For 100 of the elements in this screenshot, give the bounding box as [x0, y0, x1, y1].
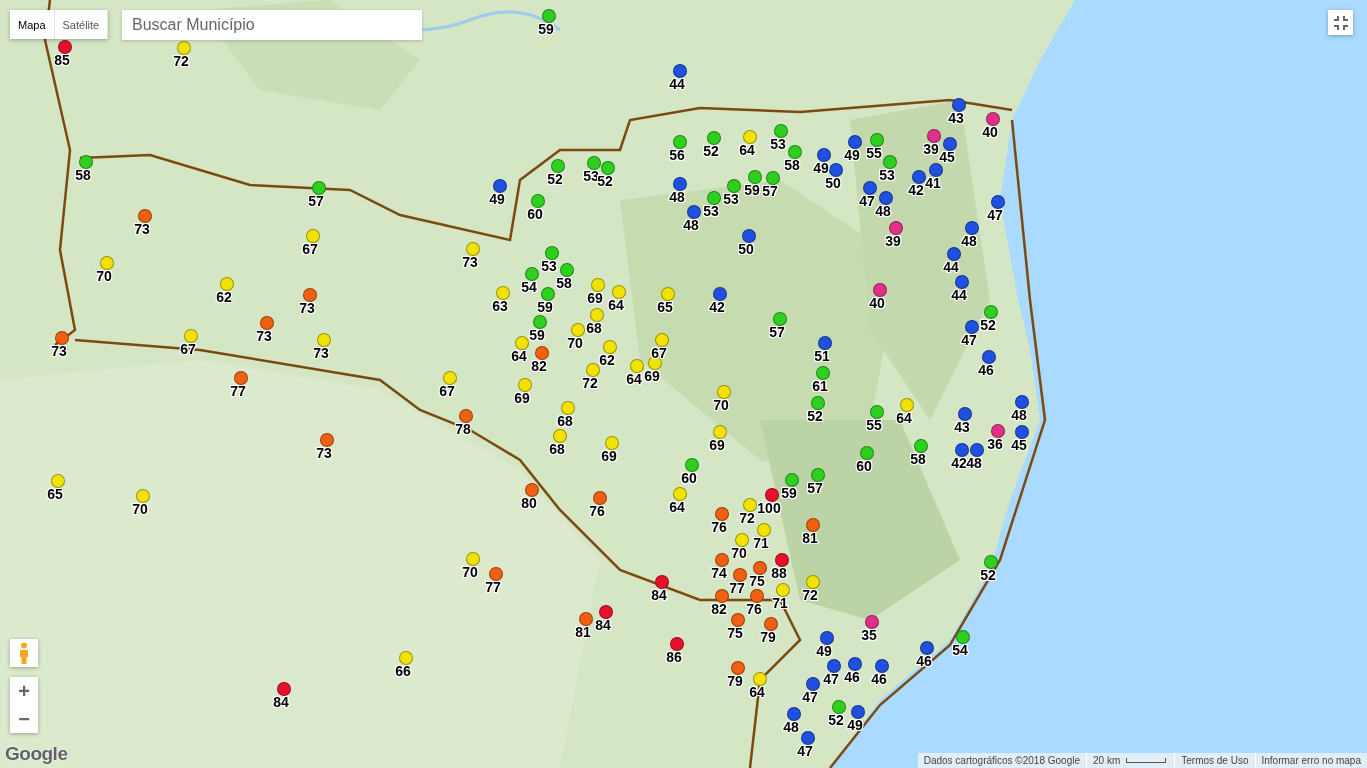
marker-value: 58 — [556, 276, 572, 291]
marker-value: 63 — [492, 299, 508, 314]
marker-value: 64 — [608, 298, 624, 313]
scale-bar-icon — [1126, 758, 1167, 763]
marker-value: 69 — [587, 291, 603, 306]
marker-value: 42 — [908, 183, 924, 198]
marker-value: 74 — [711, 566, 727, 581]
marker-value: 82 — [531, 359, 547, 374]
marker-value: 47 — [987, 208, 1003, 223]
marker-value: 54 — [521, 280, 537, 295]
marker-value: 39 — [923, 142, 939, 157]
marker-value: 59 — [538, 22, 554, 37]
marker-value: 49 — [847, 718, 863, 733]
marker-value: 44 — [943, 260, 959, 275]
fullscreen-button[interactable] — [1328, 10, 1353, 35]
marker-value: 72 — [739, 511, 755, 526]
marker-value: 58 — [75, 168, 91, 183]
marker-value: 70 — [96, 269, 112, 284]
marker-value: 56 — [669, 148, 685, 163]
marker-value: 76 — [589, 504, 605, 519]
marker-value: 72 — [173, 54, 189, 69]
marker-value: 76 — [746, 602, 762, 617]
marker-value: 48 — [1011, 408, 1027, 423]
marker-value: 51 — [814, 349, 830, 364]
marker-value: 59 — [537, 300, 553, 315]
marker-value: 64 — [739, 143, 755, 158]
marker-value: 71 — [753, 536, 769, 551]
marker-value: 58 — [784, 158, 800, 173]
marker-value: 69 — [709, 438, 725, 453]
marker-value: 45 — [939, 150, 955, 165]
marker-value: 77 — [729, 581, 745, 596]
marker-value: 40 — [869, 296, 885, 311]
marker-value: 81 — [802, 531, 818, 546]
marker-value: 75 — [749, 574, 765, 589]
report-error-link[interactable]: Informar erro no mapa — [1254, 753, 1367, 768]
marker-value: 79 — [760, 630, 776, 645]
terms-link[interactable]: Termos de Uso — [1174, 753, 1255, 768]
marker-value: 76 — [711, 520, 727, 535]
zoom-in-button[interactable]: + — [10, 677, 38, 705]
marker-value: 65 — [47, 487, 63, 502]
marker-value: 39 — [885, 234, 901, 249]
marker-value: 75 — [727, 626, 743, 641]
marker-value: 45 — [1011, 438, 1027, 453]
marker-value: 73 — [256, 329, 272, 344]
marker-value: 55 — [866, 146, 882, 161]
scale-label: 20 km — [1086, 753, 1127, 768]
marker-value: 43 — [954, 420, 970, 435]
marker-value: 70 — [462, 565, 478, 580]
marker-value: 57 — [807, 481, 823, 496]
marker-value: 41 — [925, 176, 941, 191]
marker-value: 68 — [557, 414, 573, 429]
marker-value: 53 — [723, 192, 739, 207]
marker-value: 73 — [462, 255, 478, 270]
marker-value: 70 — [567, 336, 583, 351]
marker-value: 52 — [807, 409, 823, 424]
marker-value: 46 — [916, 654, 932, 669]
marker-value: 48 — [961, 234, 977, 249]
marker-value: 53 — [583, 169, 599, 184]
marker-value: 49 — [489, 192, 505, 207]
search-field[interactable]: Buscar Município — [122, 10, 422, 40]
marker-value: 65 — [657, 300, 673, 315]
fullscreen-icon — [1333, 15, 1348, 30]
map-type-tab[interactable]: Satélite — [54, 10, 109, 39]
marker-value: 64 — [669, 500, 685, 515]
marker-value: 73 — [134, 222, 150, 237]
zoom-out-button[interactable]: − — [10, 705, 38, 733]
marker-value: 70 — [731, 546, 747, 561]
marker-value: 100 — [757, 501, 781, 516]
marker-value: 64 — [511, 349, 527, 364]
marker-value: 77 — [230, 384, 246, 399]
marker-value: 86 — [666, 650, 682, 665]
marker-value: 81 — [575, 625, 591, 640]
marker-value: 69 — [644, 369, 660, 384]
marker-value: 72 — [802, 588, 818, 603]
marker-value: 73 — [316, 446, 332, 461]
map-type-tab[interactable]: Mapa — [10, 10, 55, 39]
marker-value: 59 — [529, 328, 545, 343]
marker-value: 69 — [514, 391, 530, 406]
marker-value: 54 — [952, 643, 968, 658]
marker-value: 47 — [961, 333, 977, 348]
marker-value: 73 — [51, 344, 67, 359]
marker-value: 42 — [709, 300, 725, 315]
marker-value: 62 — [216, 290, 232, 305]
marker-value: 46 — [978, 363, 994, 378]
marker-value: 46 — [871, 672, 887, 687]
marker-value: 57 — [762, 184, 778, 199]
marker-value: 69 — [601, 449, 617, 464]
marker-value: 36 — [987, 437, 1003, 452]
marker-value: 49 — [813, 161, 829, 176]
marker-value: 48 — [683, 218, 699, 233]
marker-value: 46 — [844, 670, 860, 685]
marker-value: 57 — [308, 194, 324, 209]
marker-value: 49 — [844, 148, 860, 163]
marker-value: 84 — [595, 618, 611, 633]
marker-value: 47 — [797, 744, 813, 759]
marker-value: 44 — [951, 288, 967, 303]
marker-value: 59 — [744, 183, 760, 198]
map-data-credit: Dados cartográficos ©2018 Google — [922, 754, 1081, 768]
marker-value: 52 — [828, 713, 844, 728]
marker-value: 73 — [299, 301, 315, 316]
